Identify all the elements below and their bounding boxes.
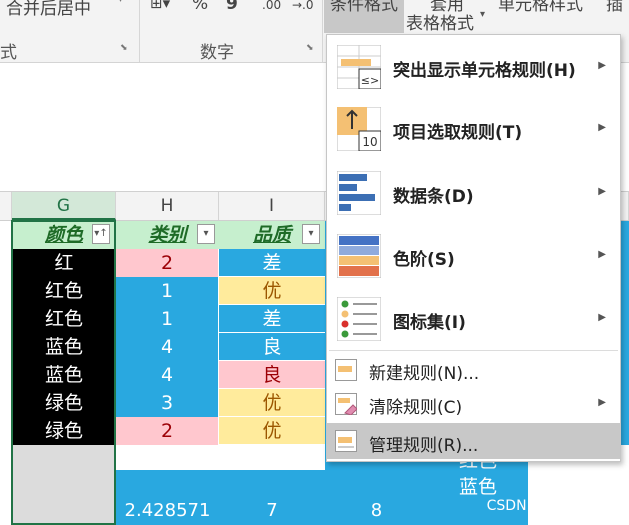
icon-sets-icon — [337, 297, 381, 341]
category-cell[interactable]: 1 — [116, 277, 219, 305]
submenu-arrow-icon: ▶ — [598, 60, 606, 71]
category-cell[interactable]: 2 — [116, 417, 219, 445]
summary-count-cell[interactable]: 7 — [219, 497, 325, 525]
ribbon-separator — [139, 0, 140, 62]
header-category-label: 类别 — [148, 224, 187, 246]
category-cell[interactable]: 4 — [116, 361, 219, 389]
menu-separator — [329, 350, 618, 351]
conditional-format-button[interactable]: 条件格式 — [330, 0, 398, 15]
menu-label: 色阶(S) — [393, 250, 455, 270]
quality-cell[interactable]: 优 — [219, 417, 325, 445]
number-group-label: 数字 — [200, 43, 234, 63]
menu-item-data-bars[interactable]: 数据条(D) ▶ — [327, 161, 620, 224]
menu-item-new-rule[interactable]: 新建规则(N)... — [327, 353, 620, 387]
data-bars-icon — [337, 171, 381, 215]
menu-label: 管理规则(R)... — [369, 436, 479, 456]
highlight-rules-icon: ≤> — [337, 45, 381, 89]
cell-styles-button[interactable]: 单元格样式 — [498, 0, 583, 15]
color-cell[interactable]: 红 — [12, 249, 116, 277]
watermark: CSDN @半夜程序蛙 — [486, 498, 615, 514]
dialog-launcher-icon[interactable]: ⬊ — [306, 43, 314, 53]
menu-label: 新建规则(N)... — [369, 364, 480, 384]
quality-cell[interactable]: 良 — [219, 361, 325, 389]
chevron-down-icon[interactable]: ▾ — [480, 9, 485, 20]
header-quality-label: 品质 — [252, 224, 291, 246]
color-cell[interactable]: 绿色 — [12, 389, 116, 417]
comma-style-button[interactable]: 9 — [226, 0, 238, 14]
menu-item-manage-rules[interactable]: 管理规则(R)... — [327, 423, 620, 459]
empty-cells[interactable] — [116, 445, 325, 470]
menu-item-top-bottom-rules[interactable]: 10 项目选取规则(T) ▶ — [327, 98, 620, 161]
submenu-arrow-icon: ▶ — [598, 249, 606, 260]
quality-cell[interactable]: 差 — [219, 249, 325, 277]
chevron-down-icon[interactable]: ▾ — [118, 0, 123, 5]
filter-sort-icon[interactable]: ▾↑ — [92, 224, 110, 244]
filter-dropdown-icon[interactable]: ▾ — [197, 224, 215, 244]
col-header-g[interactable]: G — [12, 192, 116, 220]
header-color-label: 颜色 — [44, 224, 83, 246]
currency-format-icon[interactable]: ⊞▾ — [150, 0, 170, 12]
conditional-format-menu: ≤> 突出显示单元格规则(H) ▶ 10 项目选取规则(T) ▶ 数据条(D) … — [326, 34, 621, 462]
dialog-launcher-icon[interactable]: ⬊ — [120, 43, 128, 53]
menu-item-highlight-rules[interactable]: ≤> 突出显示单元格规则(H) ▶ — [327, 35, 620, 98]
submenu-arrow-icon: ▶ — [598, 122, 606, 133]
menu-item-icon-sets[interactable]: 图标集(I) ▶ — [327, 287, 620, 350]
alignment-group-label: 式 — [0, 43, 17, 63]
quality-cell[interactable]: 优 — [219, 389, 325, 417]
color-scales-icon — [337, 234, 381, 278]
quality-cell[interactable]: 良 — [219, 333, 325, 361]
menu-label: 突出显示单元格规则(H) — [393, 61, 576, 81]
top-bottom-rules-icon: 10 — [337, 107, 381, 151]
quality-cell[interactable]: 差 — [219, 305, 325, 333]
category-cell[interactable]: 3 — [116, 389, 219, 417]
color-cell[interactable]: 蓝色 — [12, 361, 116, 389]
color-cell[interactable]: 蓝色 — [12, 333, 116, 361]
color-cell[interactable]: 红色 — [12, 277, 116, 305]
color-cell[interactable]: 绿色 — [12, 417, 116, 445]
table-format-button[interactable]: 表格格式 — [406, 9, 474, 34]
menu-item-color-scales[interactable]: 色阶(S) ▶ — [327, 224, 620, 287]
category-cell[interactable]: 2 — [116, 249, 219, 277]
submenu-arrow-icon: ▶ — [598, 186, 606, 197]
new-rule-icon — [335, 359, 357, 381]
ribbon-separator — [322, 0, 323, 62]
menu-label: 项目选取规则(T) — [393, 123, 523, 143]
percent-style-button[interactable]: % — [192, 0, 208, 14]
category-cell[interactable]: 1 — [116, 305, 219, 333]
category-cell[interactable]: 4 — [116, 333, 219, 361]
insert-button[interactable]: 插 — [606, 0, 623, 15]
color-cell[interactable]: 红色 — [12, 305, 116, 333]
col-header-h[interactable]: H — [116, 192, 219, 220]
menu-label: 清除规则(C) — [369, 398, 463, 418]
gray-cells[interactable] — [12, 445, 116, 525]
quality-cell[interactable]: 优 — [219, 277, 325, 305]
col-header-f[interactable] — [0, 192, 12, 220]
menu-label: 数据条(D) — [393, 187, 474, 207]
col-j-value-cell[interactable]: 8 — [325, 497, 428, 525]
menu-item-clear-rules[interactable]: 清除规则(C) ▶ — [327, 387, 620, 421]
submenu-arrow-icon: ▶ — [598, 312, 606, 323]
col-header-i[interactable]: I — [219, 192, 325, 220]
merge-center-button[interactable]: 合并后居中 — [6, 0, 91, 19]
decrease-decimal-button[interactable]: →.0 — [292, 0, 314, 12]
submenu-arrow-icon: ▶ — [598, 397, 606, 408]
manage-rules-icon — [335, 430, 357, 452]
filter-dropdown-icon[interactable]: ▾ — [302, 224, 320, 244]
menu-label: 图标集(I) — [393, 313, 466, 333]
svg-text:≤>: ≤> — [361, 74, 379, 87]
eraser-icon — [335, 393, 357, 415]
summary-average-cell[interactable]: 2.428571 — [116, 497, 219, 525]
svg-text:10: 10 — [362, 135, 377, 149]
increase-decimal-button[interactable]: .00 — [262, 0, 281, 12]
